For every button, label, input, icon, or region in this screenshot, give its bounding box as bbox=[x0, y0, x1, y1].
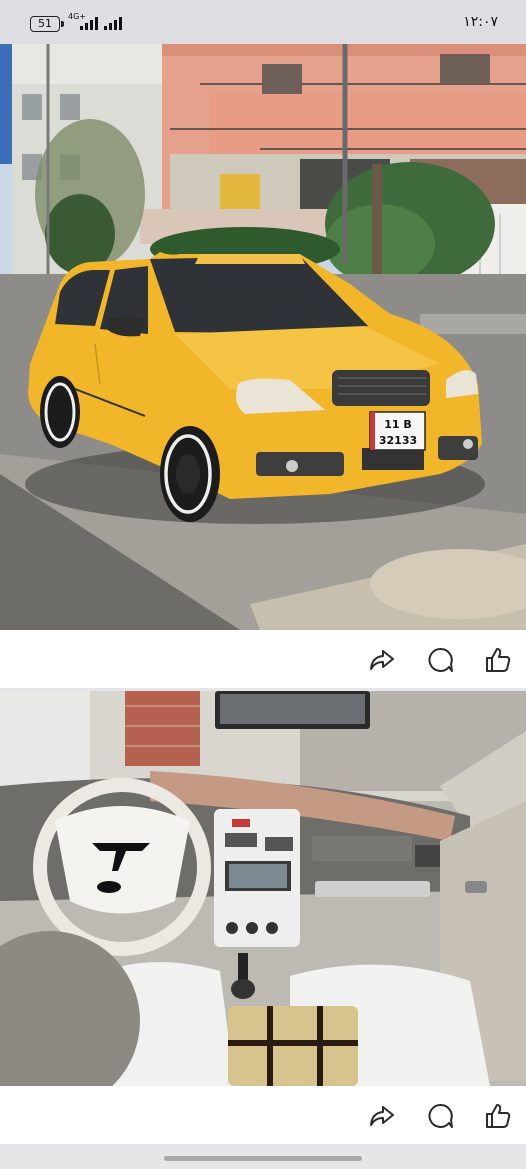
post-actions-1 bbox=[0, 630, 526, 688]
signal-icon bbox=[80, 16, 98, 30]
plate-line-2: 32133 bbox=[379, 434, 417, 447]
like-icon[interactable] bbox=[484, 1102, 512, 1130]
plate-line-1: 11 B bbox=[384, 418, 412, 431]
signal-icon-secondary bbox=[104, 16, 122, 30]
comment-icon[interactable] bbox=[427, 1102, 455, 1130]
post-photo-interior[interactable] bbox=[0, 691, 526, 1086]
status-bar: 51 4G+ ١٢:٠٧ bbox=[0, 0, 526, 44]
battery-level: 51 bbox=[38, 17, 52, 30]
post-photo-taxi[interactable]: 11 B 32133 bbox=[0, 44, 526, 630]
comment-icon[interactable] bbox=[427, 646, 455, 674]
status-time: ١٢:٠٧ bbox=[463, 14, 498, 30]
post-actions-2 bbox=[0, 1086, 526, 1144]
share-icon[interactable] bbox=[368, 646, 396, 674]
battery-icon: 51 bbox=[30, 16, 64, 32]
like-icon[interactable] bbox=[484, 646, 512, 674]
home-indicator[interactable] bbox=[164, 1156, 362, 1161]
share-icon[interactable] bbox=[368, 1102, 396, 1130]
